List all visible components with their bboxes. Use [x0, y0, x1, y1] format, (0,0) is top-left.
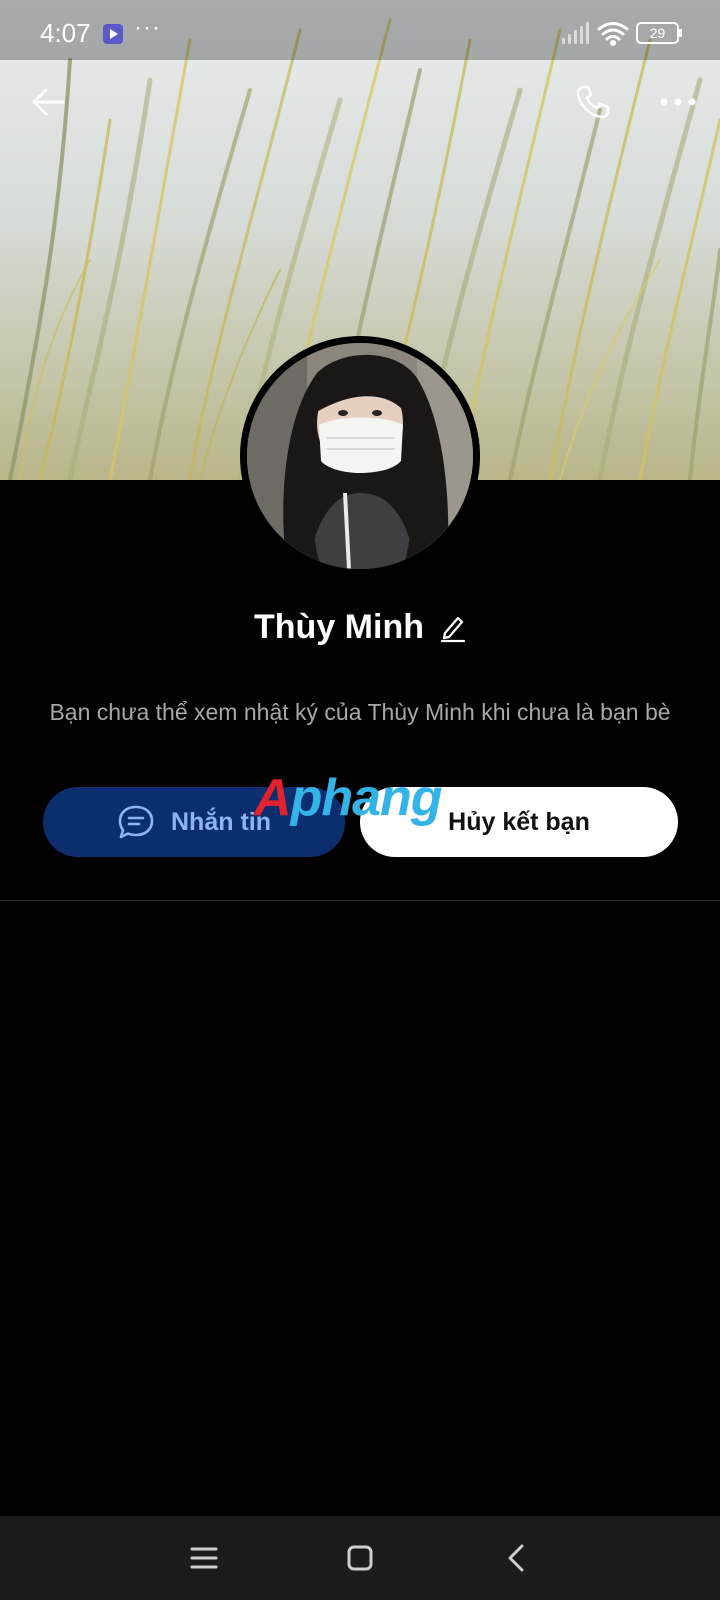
nav-home-button[interactable]	[336, 1534, 384, 1582]
system-nav-bar	[0, 1516, 720, 1600]
unfriend-button[interactable]: Hủy kết bạn	[360, 787, 678, 857]
arrow-left-icon	[32, 88, 65, 116]
message-button[interactable]: Nhắn tin	[43, 787, 345, 857]
avatar-ring	[240, 336, 480, 576]
status-bar: 4:07 ··· 29	[0, 0, 720, 60]
call-button[interactable]	[565, 74, 621, 130]
more-options-button[interactable]	[650, 74, 706, 130]
name-row: Thùy Minh	[0, 608, 720, 647]
diary-privacy-notice: Bạn chưa thể xem nhật ký của Thùy Minh k…	[49, 699, 671, 725]
avatar[interactable]	[247, 343, 473, 569]
message-button-label: Nhắn tin	[171, 807, 271, 836]
menu-icon	[190, 1547, 218, 1569]
status-more-indicator: ···	[134, 14, 161, 41]
profile-name: Thùy Minh	[254, 608, 424, 646]
status-time: 4:07	[40, 18, 91, 48]
edit-pencil-icon[interactable]	[440, 613, 466, 643]
battery-level: 29	[650, 25, 666, 41]
status-icons: 29	[562, 22, 682, 46]
chat-bubble-icon	[118, 805, 154, 839]
media-app-icon	[103, 24, 123, 44]
more-horizontal-icon	[660, 98, 696, 106]
home-square-icon	[347, 1545, 373, 1571]
nav-back-button[interactable]	[492, 1534, 540, 1582]
signal-icon	[562, 22, 589, 44]
section-divider	[0, 900, 720, 901]
wifi-icon	[597, 22, 629, 46]
chevron-left-icon	[508, 1544, 524, 1572]
battery-icon: 29	[636, 22, 682, 44]
avatar-illustration	[247, 343, 473, 569]
nav-recents-button[interactable]	[180, 1534, 228, 1582]
back-button[interactable]	[20, 74, 76, 130]
phone-icon	[576, 85, 610, 119]
profile-screen: 4:07 ··· 29 Thùy Minh Bạn chưa thể xem n…	[0, 0, 720, 1600]
unfriend-button-label: Hủy kết bạn	[448, 807, 590, 836]
